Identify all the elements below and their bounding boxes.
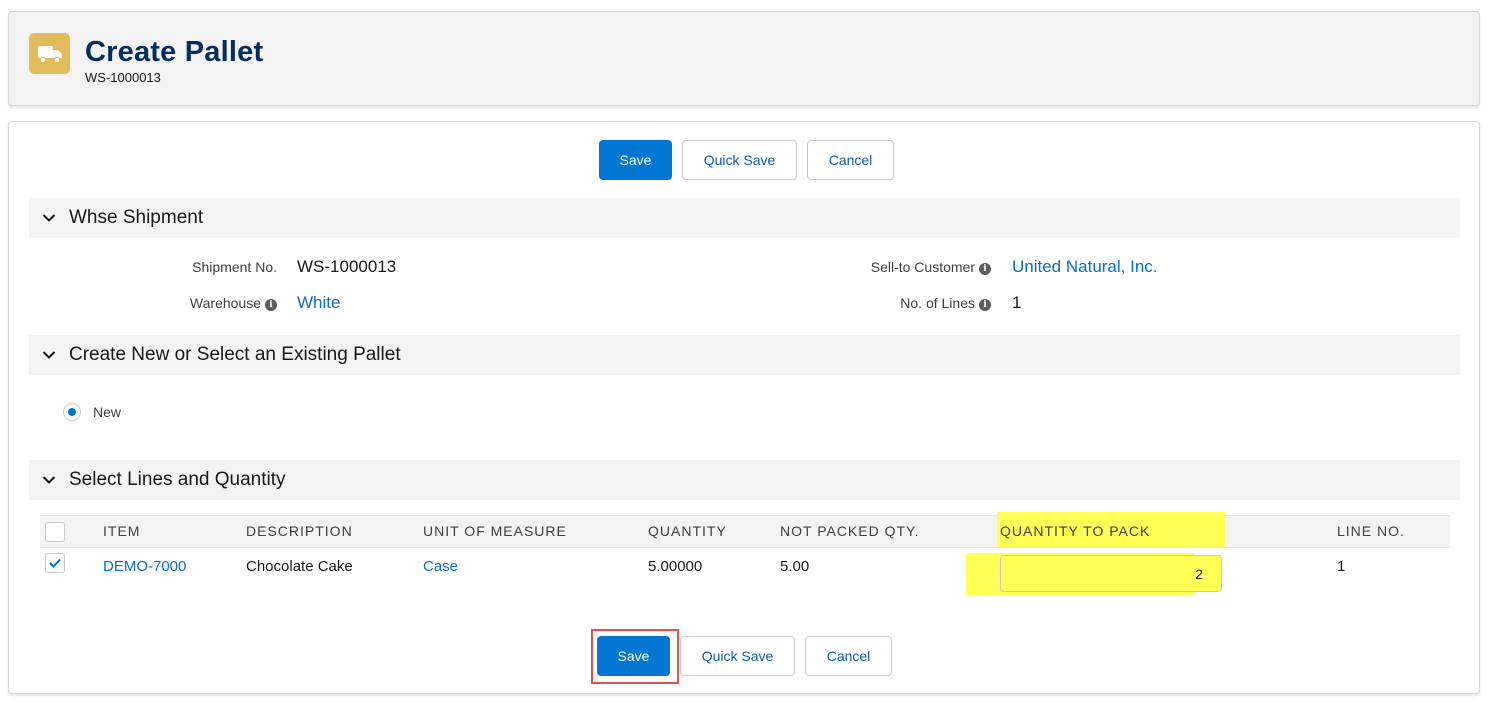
quick-save-button-bottom[interactable]: Quick Save — [680, 636, 795, 676]
chevron-down-icon — [29, 213, 69, 223]
warehouse-link[interactable]: White — [297, 293, 340, 313]
item-link[interactable]: DEMO-7000 — [103, 558, 186, 575]
quick-save-button-top[interactable]: Quick Save — [682, 140, 797, 180]
quantity-cell: 5.00000 — [648, 558, 703, 575]
description-cell: Chocolate Cake — [246, 558, 353, 575]
column-header-uom[interactable]: UNIT OF MEASURE — [423, 516, 567, 547]
row-checkbox[interactable] — [45, 553, 65, 573]
column-header-item[interactable]: ITEM — [103, 516, 140, 547]
lines-value: 1 — [1012, 293, 1022, 312]
column-header-line-no[interactable]: LINE NO. — [1337, 516, 1405, 547]
save-button-bottom[interactable]: Save — [597, 636, 670, 676]
page-title: Create Pallet — [85, 36, 264, 68]
pallet-form: Save Quick Save Cancel Whse Shipment Shi… — [8, 121, 1480, 694]
shipment-no-label: Shipment No. — [192, 259, 277, 275]
column-header-not-packed[interactable]: NOT PACKED QTY. — [780, 516, 919, 547]
lines-table-header: ITEM DESCRIPTION UNIT OF MEASURE QUANTIT… — [40, 512, 1450, 548]
page-header: Create Pallet WS-1000013 — [8, 11, 1480, 106]
section-title: Select Lines and Quantity — [69, 469, 286, 490]
column-header-description[interactable]: DESCRIPTION — [246, 516, 353, 547]
chevron-down-icon — [29, 350, 69, 360]
chevron-down-icon — [29, 475, 69, 485]
section-lines[interactable]: Select Lines and Quantity — [29, 460, 1460, 500]
section-title: Whse Shipment — [69, 207, 204, 228]
section-pallet[interactable]: Create New or Select an Existing Pallet — [29, 335, 1460, 375]
lines-label: No. of Lines i — [829, 295, 991, 311]
not-packed-cell: 5.00 — [780, 558, 810, 575]
line-no-cell: 1 — [1337, 558, 1346, 575]
customer-label: Sell-to Customer i — [829, 259, 991, 275]
new-pallet-radio[interactable] — [63, 403, 81, 421]
customer-link[interactable]: United Natural, Inc. — [1012, 257, 1158, 277]
cancel-button-top[interactable]: Cancel — [807, 140, 894, 180]
column-header-qty-to-pack[interactable]: QUANTITY TO PACK — [1000, 516, 1150, 547]
info-icon[interactable]: i — [979, 299, 991, 311]
shipment-no-value: WS-1000013 — [297, 257, 397, 276]
new-pallet-label: New — [93, 404, 122, 420]
warehouse-label: Warehouse i — [159, 295, 277, 311]
section-whse-shipment[interactable]: Whse Shipment — [29, 198, 1460, 238]
info-icon[interactable]: i — [265, 299, 277, 311]
column-header-quantity[interactable]: QUANTITY — [648, 516, 727, 547]
section-title: Create New or Select an Existing Pallet — [69, 344, 401, 365]
save-button-top[interactable]: Save — [599, 140, 672, 180]
info-icon[interactable]: i — [979, 263, 991, 275]
uom-link[interactable]: Case — [423, 558, 458, 575]
cancel-button-bottom[interactable]: Cancel — [805, 636, 892, 676]
truck-icon — [29, 33, 70, 74]
select-all-checkbox[interactable] — [45, 522, 65, 542]
quantity-to-pack-input[interactable]: 2 — [1000, 555, 1222, 592]
check-icon — [49, 558, 61, 568]
page-subtitle: WS-1000013 — [85, 70, 161, 85]
